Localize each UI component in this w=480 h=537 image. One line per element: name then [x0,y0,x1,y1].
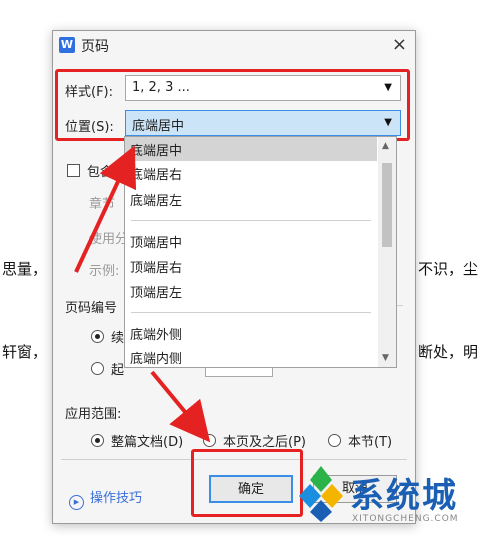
annotation-arrows [74,145,211,443]
annotation-arrow-down [150,370,211,443]
watermark: 系统城 XITONGCHENG.COM [290,462,480,537]
watermark-logo-icon [299,466,343,522]
watermark-url: XITONGCHENG.COM [352,514,459,524]
watermark-text: 系统城 [350,476,458,516]
annotation-arrow-up [74,145,137,273]
